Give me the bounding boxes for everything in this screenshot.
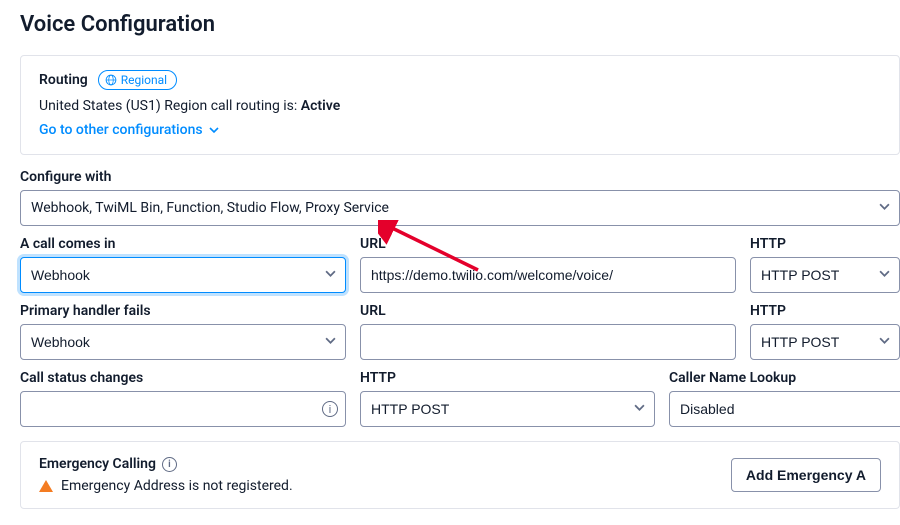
- other-configurations-link[interactable]: Go to other configurations: [39, 122, 219, 138]
- caller-lookup-label: Caller Name Lookup: [669, 370, 900, 386]
- call-status-input[interactable]: [20, 391, 346, 427]
- caller-lookup-select[interactable]: [669, 391, 900, 427]
- call-comes-in-select[interactable]: [20, 257, 346, 293]
- page-title: Voice Configuration: [20, 12, 900, 37]
- routing-status: United States (US1) Region call routing …: [39, 96, 881, 116]
- regional-badge-label: Regional: [121, 72, 167, 88]
- call-status-http-select[interactable]: [360, 391, 655, 427]
- routing-status-value: Active: [301, 98, 340, 114]
- primary-fails-label: Primary handler fails: [20, 303, 346, 319]
- call-status-label: Call status changes: [20, 370, 346, 386]
- info-icon[interactable]: i: [322, 401, 338, 417]
- call-comes-in-label: A call comes in: [20, 236, 346, 252]
- primary-fails-url-label: URL: [360, 303, 736, 319]
- configure-with-label: Configure with: [20, 169, 900, 185]
- emergency-title: Emergency Calling i: [39, 456, 293, 472]
- info-icon[interactable]: i: [162, 457, 177, 472]
- configure-with-select[interactable]: Webhook, TwiML Bin, Function, Studio Flo…: [20, 190, 900, 226]
- primary-fails-url-input[interactable]: [360, 324, 736, 360]
- call-comes-in-url-input[interactable]: [360, 257, 736, 293]
- emergency-card: Emergency Calling i Emergency Address is…: [20, 441, 900, 509]
- primary-fails-http-label: HTTP: [750, 303, 900, 319]
- call-comes-in-url-label: URL: [360, 236, 736, 252]
- warning-icon: [39, 480, 53, 492]
- emergency-subtitle: Emergency Address is not registered.: [39, 478, 293, 494]
- call-comes-in-http-select[interactable]: [750, 257, 900, 293]
- primary-fails-http-select[interactable]: [750, 324, 900, 360]
- chevron-down-icon: [209, 125, 219, 135]
- call-status-http-label: HTTP: [360, 370, 655, 386]
- call-comes-in-http-label: HTTP: [750, 236, 900, 252]
- add-emergency-button[interactable]: Add Emergency A: [731, 458, 881, 492]
- primary-fails-select[interactable]: [20, 324, 346, 360]
- regional-badge[interactable]: Regional: [98, 70, 177, 90]
- routing-heading: Routing: [39, 72, 88, 88]
- routing-card: Routing Regional United States (US1) Reg…: [20, 55, 900, 155]
- globe-icon: [105, 74, 117, 86]
